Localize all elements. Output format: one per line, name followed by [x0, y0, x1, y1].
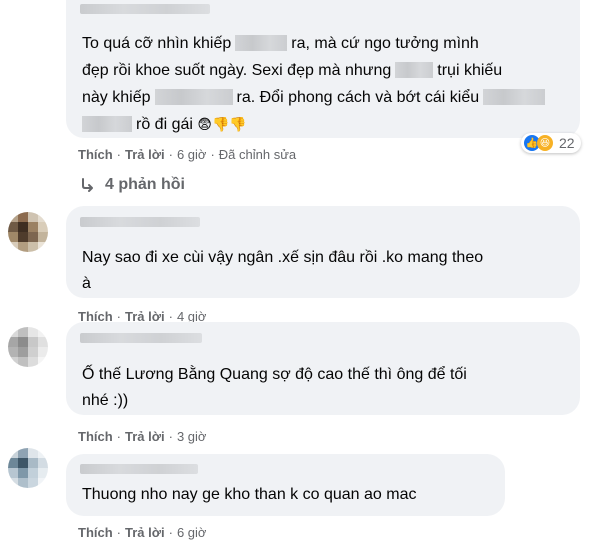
- commenter-name-1[interactable]: [80, 4, 210, 14]
- comment-1-line-1a: To quá cỡ nhìn khiếp: [82, 35, 232, 52]
- avatar[interactable]: [8, 448, 48, 488]
- comment-text-3: Ố thế Lương Bằng Quang sợ độ cao thế thì…: [82, 364, 467, 412]
- comment-2-line-1: Nay sao đi xe cùi vậy ngân .xế sịn đâu r…: [82, 249, 484, 266]
- comment-text-2: Nay sao đi xe cùi vậy ngân .xế sịn đâu r…: [82, 247, 483, 295]
- censor-blur: [395, 62, 434, 78]
- comment-1-line-1b: ra, mà cứ ngo tưởng mình: [291, 35, 479, 52]
- reply-arrow-icon: [82, 178, 93, 192]
- like-button[interactable]: Thích: [78, 525, 113, 540]
- edited-label: Đã chỉnh sửa: [218, 147, 297, 162]
- comment-1-line-2b: trụi khiếu: [437, 62, 503, 79]
- censor-blur: [82, 116, 132, 132]
- censor-blur: [235, 35, 288, 51]
- like-button[interactable]: Thích: [78, 147, 113, 162]
- comment-text-4: Thuong nho nay ge kho than k co quan ao …: [82, 484, 416, 506]
- commenter-name-4[interactable]: [80, 464, 198, 474]
- comment-4-line-1: Thuong nho nay ge kho than k co quan ao …: [82, 486, 417, 503]
- timestamp[interactable]: 3 giờ: [177, 429, 207, 444]
- timestamp[interactable]: 6 giờ: [177, 525, 207, 540]
- comment-actions-1: Thích · Trả lời · 6 giờ · Đã chỉnh sửa: [78, 147, 297, 162]
- reply-button[interactable]: Trả lời: [125, 429, 165, 444]
- comment-2-line-2: à: [82, 275, 91, 292]
- censor-blur: [154, 89, 233, 105]
- timestamp[interactable]: 6 giờ: [177, 147, 207, 162]
- haha-reaction-icon: 😆: [537, 135, 553, 151]
- reply-button[interactable]: Trả lời: [125, 147, 165, 162]
- replies-count: 4 phản hồi: [105, 176, 185, 193]
- comment-actions-4: Thích · Trả lời · 6 giờ: [78, 525, 207, 540]
- view-replies-link[interactable]: 4 phản hồi: [80, 176, 185, 194]
- comment-1-line-3a: này khiếp: [82, 89, 151, 106]
- avatar[interactable]: [8, 327, 48, 367]
- comment-text-1: To quá cỡ nhìn khiếp ra, mà cứ ngo tưởng …: [82, 32, 572, 136]
- comment-3-line-1: Ố thế Lương Bằng Quang sợ độ cao thế thì…: [82, 366, 467, 383]
- comment-actions-3: Thích · Trả lời · 3 giờ: [78, 429, 207, 444]
- censor-blur: [483, 89, 546, 105]
- comment-3-line-2: nhé :)): [82, 392, 129, 409]
- comment-1-line-4: rồ đi gái: [136, 116, 193, 133]
- commenter-name-3[interactable]: [80, 333, 202, 343]
- like-button[interactable]: Thích: [78, 429, 113, 444]
- reaction-count: 22: [559, 135, 575, 151]
- commenter-name-2[interactable]: [80, 217, 200, 227]
- comment-1-line-2a: đẹp rồi khoe suốt ngày. Sexi đẹp mà nhưn…: [82, 62, 392, 79]
- emoji-reactions-inline: 😨👎👎: [197, 116, 247, 132]
- comment-1-line-3b: ra. Đổi phong cách và bớt cái kiểu: [236, 89, 480, 106]
- reply-button[interactable]: Trả lời: [125, 525, 165, 540]
- avatar[interactable]: [8, 212, 48, 252]
- reaction-summary[interactable]: 👍 😆 22: [521, 133, 581, 153]
